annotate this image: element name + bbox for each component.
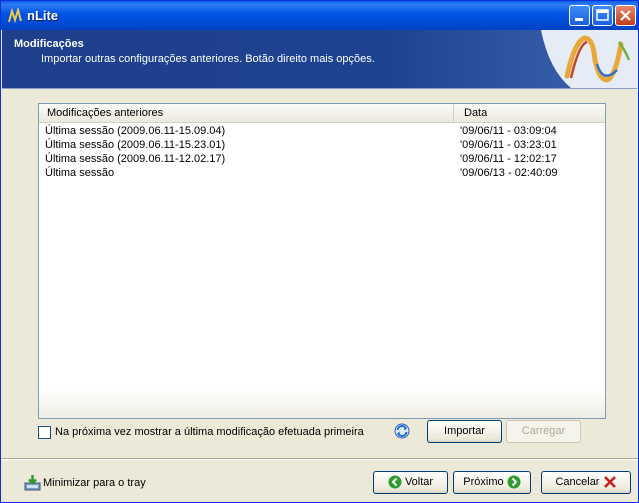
title-bar[interactable]: nLite	[1, 1, 638, 30]
close-icon	[620, 10, 631, 21]
list-item-date: '09/06/13 - 02:40:09	[460, 167, 558, 179]
minimize-icon	[575, 18, 583, 21]
list-bottom-fade	[39, 388, 605, 418]
show-last-first-label[interactable]: Na próxima vez mostrar a última modifica…	[55, 426, 364, 438]
list-item-date: '09/06/11 - 03:23:01	[460, 139, 557, 151]
footer-divider	[1, 458, 638, 460]
page-subtitle: Importar outras configurações anteriores…	[41, 53, 375, 65]
back-button[interactable]: Voltar	[373, 471, 448, 494]
page-title: Modificações	[14, 38, 84, 50]
list-item[interactable]: Última sessão (2009.06.11-15.09.04) '09/…	[39, 124, 605, 138]
tray-icon[interactable]	[24, 474, 41, 491]
refresh-icon[interactable]	[393, 422, 411, 440]
import-button[interactable]: Importar	[427, 420, 502, 443]
nlite-logo	[541, 30, 637, 88]
nlite-app-icon	[8, 8, 22, 24]
list-item-date: '09/06/11 - 12:02:17	[460, 153, 557, 165]
back-arrow-icon	[388, 475, 402, 488]
minimize-to-tray-link[interactable]: Minimizar para o tray	[43, 477, 146, 489]
list-item-name: Última sessão (2009.06.11-15.23.01)	[45, 139, 226, 151]
list-rows: Última sessão (2009.06.11-15.09.04) '09/…	[39, 124, 605, 180]
column-header-modifications[interactable]: Modificações anteriores	[39, 104, 454, 122]
next-button[interactable]: Próximo	[453, 471, 531, 494]
cancel-button[interactable]: Cancelar	[541, 471, 631, 494]
show-last-first-checkbox[interactable]	[38, 426, 51, 439]
cancel-button-label: Cancelar	[555, 476, 600, 488]
list-item[interactable]: Última sessão (2009.06.11-15.23.01) '09/…	[39, 138, 605, 152]
list-item[interactable]: Última sessão '09/06/13 - 02:40:09	[39, 166, 605, 180]
column-header-date[interactable]: Data	[454, 104, 605, 122]
maximize-icon	[596, 9, 609, 21]
load-button[interactable]: Carregar	[506, 420, 581, 443]
list-item[interactable]: Última sessão (2009.06.11-12.02.17) '09/…	[39, 152, 605, 166]
list-header: Modificações anteriores Data	[39, 104, 605, 123]
window-title: nLite	[27, 8, 59, 23]
close-button[interactable]	[615, 5, 636, 26]
next-button-label: Próximo	[463, 476, 504, 488]
back-button-label: Voltar	[404, 476, 434, 488]
previous-modifications-list[interactable]: Modificações anteriores Data Última sess…	[38, 103, 606, 419]
list-item-name: Última sessão	[45, 167, 115, 179]
list-item-name: Última sessão (2009.06.11-12.02.17)	[45, 153, 226, 165]
nlite-window: nLite Modificações Importar outras confi…	[0, 0, 639, 503]
list-item-date: '09/06/11 - 03:09:04	[460, 125, 557, 137]
cancel-x-icon	[603, 475, 616, 488]
list-item-name: Última sessão (2009.06.11-15.09.04)	[45, 125, 226, 137]
minimize-button[interactable]	[569, 5, 590, 26]
next-arrow-icon	[507, 475, 521, 488]
maximize-button[interactable]	[592, 5, 613, 26]
